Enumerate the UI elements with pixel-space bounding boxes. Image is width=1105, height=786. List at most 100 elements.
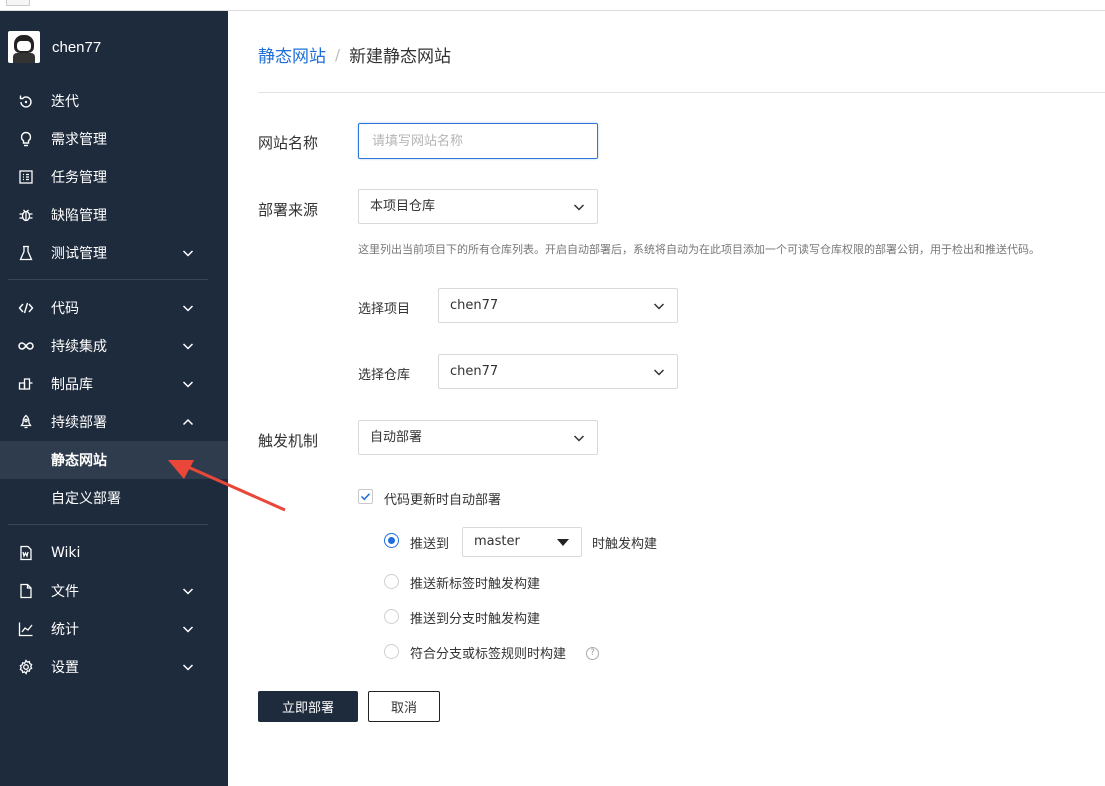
sidebar-item-label: 测试管理 bbox=[51, 246, 107, 262]
chart-icon bbox=[18, 622, 33, 637]
sidebar-item-artifacts[interactable]: 制品库 bbox=[0, 365, 228, 403]
iteration-icon bbox=[19, 95, 32, 108]
auto-deploy-checkbox[interactable] bbox=[358, 489, 373, 504]
sidebar-item-label: 静态网站 bbox=[51, 453, 107, 469]
chevron-down-icon bbox=[182, 626, 194, 633]
gear-icon bbox=[19, 659, 33, 675]
user-profile[interactable]: chen77 bbox=[8, 30, 101, 64]
lightbulb-icon bbox=[20, 131, 32, 147]
task-list-icon bbox=[19, 170, 33, 184]
sidebar-item-label: 缺陷管理 bbox=[51, 208, 107, 224]
sidebar-item-label: 迭代 bbox=[51, 94, 79, 110]
radio-push-to-branch[interactable] bbox=[384, 533, 399, 548]
radio-new-tag-label: 推送新标签时触发构建 bbox=[410, 577, 541, 592]
sidebar-item-requirements[interactable]: 需求管理 bbox=[0, 120, 228, 158]
sidebar-divider bbox=[8, 524, 208, 525]
repo-label: 选择仓库 bbox=[358, 368, 411, 383]
breadcrumb: 静态网站 / 新建静态网站 bbox=[258, 42, 452, 68]
sidebar-item-wiki[interactable]: Wiki bbox=[0, 534, 228, 572]
sidebar-item-label: 任务管理 bbox=[51, 170, 107, 186]
chevron-down-icon bbox=[182, 664, 194, 671]
sidebar-item-label: 统计 bbox=[51, 622, 79, 638]
source-hint: 这里列出当前项目下的所有仓库列表。开启自动部署后，系统将自动为在此项目添加一个可… bbox=[358, 243, 1040, 256]
flask-icon bbox=[19, 245, 33, 261]
repo-select-value: chen77 bbox=[450, 364, 499, 379]
deploy-now-button[interactable]: 立即部署 bbox=[258, 691, 358, 722]
cancel-button[interactable]: 取消 bbox=[368, 691, 440, 722]
sidebar: chen77 迭代 需求管理 任务管理 缺陷管理 测试管理 代码 持续集成 制品… bbox=[0, 11, 228, 786]
sidebar-item-label: 代码 bbox=[51, 301, 79, 317]
checkmark-icon bbox=[360, 493, 371, 501]
project-select-value: chen77 bbox=[450, 298, 499, 313]
caret-down-icon bbox=[557, 539, 569, 546]
trigger-select[interactable]: 自动部署 bbox=[358, 420, 598, 455]
tab-stub[interactable] bbox=[6, 0, 30, 6]
chevron-down-icon bbox=[182, 250, 194, 257]
site-name-label: 网站名称 bbox=[258, 134, 319, 152]
chevron-down-icon bbox=[182, 305, 194, 312]
sidebar-item-cd[interactable]: 持续部署 bbox=[0, 403, 228, 441]
artifact-icon bbox=[18, 378, 33, 390]
page-title: 新建静态网站 bbox=[349, 47, 452, 67]
site-name-input[interactable] bbox=[359, 124, 597, 158]
sidebar-item-label: 文件 bbox=[51, 584, 79, 600]
project-label: 选择项目 bbox=[358, 302, 411, 317]
sidebar-item-label: 持续部署 bbox=[51, 415, 107, 431]
site-name-field bbox=[358, 123, 598, 159]
radio-push-any-branch-label: 推送到分支时触发构建 bbox=[410, 612, 541, 627]
bug-icon bbox=[19, 209, 33, 222]
window-top-strip bbox=[0, 0, 1105, 11]
annotation-arrow-icon bbox=[168, 460, 286, 512]
chevron-down-icon bbox=[653, 303, 665, 310]
username: chen77 bbox=[52, 38, 102, 56]
sidebar-item-label: Wiki bbox=[51, 545, 81, 561]
source-select[interactable]: 本项目仓库 bbox=[358, 189, 598, 224]
sidebar-divider bbox=[8, 279, 208, 280]
sidebar-item-settings[interactable]: 设置 bbox=[0, 648, 228, 686]
sidebar-item-iteration[interactable]: 迭代 bbox=[0, 82, 228, 120]
radio-push-to-label: 推送到 bbox=[410, 537, 450, 552]
project-select[interactable]: chen77 bbox=[438, 288, 678, 323]
sidebar-item-ci[interactable]: 持续集成 bbox=[0, 327, 228, 365]
chevron-down-icon bbox=[182, 343, 194, 350]
branch-select[interactable]: master bbox=[462, 527, 582, 557]
sidebar-item-label: 制品库 bbox=[51, 377, 93, 393]
chevron-down-icon bbox=[573, 435, 585, 442]
radio-new-tag[interactable] bbox=[384, 574, 399, 589]
infinity-icon bbox=[18, 342, 34, 350]
sidebar-item-label: 自定义部署 bbox=[51, 491, 121, 507]
radio-push-any-branch[interactable] bbox=[384, 609, 399, 624]
sidebar-item-defects[interactable]: 缺陷管理 bbox=[0, 196, 228, 234]
chevron-down-icon bbox=[653, 369, 665, 376]
rocket-icon bbox=[20, 414, 32, 429]
avatar[interactable] bbox=[8, 31, 40, 63]
trigger-select-value: 自动部署 bbox=[370, 430, 423, 445]
chevron-down-icon bbox=[182, 588, 194, 595]
source-label: 部署来源 bbox=[258, 201, 319, 219]
sidebar-item-testing[interactable]: 测试管理 bbox=[0, 234, 228, 272]
code-icon bbox=[18, 302, 34, 314]
sidebar-item-tasks[interactable]: 任务管理 bbox=[0, 158, 228, 196]
wiki-icon bbox=[20, 545, 32, 561]
chevron-down-icon bbox=[573, 204, 585, 211]
help-icon[interactable]: ? bbox=[586, 647, 599, 660]
chevron-up-icon bbox=[182, 418, 194, 426]
sidebar-item-files[interactable]: 文件 bbox=[0, 572, 228, 610]
chevron-down-icon bbox=[182, 381, 194, 388]
sidebar-item-code[interactable]: 代码 bbox=[0, 289, 228, 327]
trigger-label: 触发机制 bbox=[258, 432, 319, 450]
repo-select[interactable]: chen77 bbox=[438, 354, 678, 389]
sidebar-item-label: 设置 bbox=[51, 660, 79, 676]
sidebar-item-label: 需求管理 bbox=[51, 132, 107, 148]
branch-select-value: master bbox=[474, 534, 520, 549]
file-icon bbox=[20, 583, 32, 599]
sidebar-item-label: 持续集成 bbox=[51, 339, 107, 355]
header-divider bbox=[258, 92, 1105, 93]
radio-rule-match-label: 符合分支或标签规则时构建 bbox=[410, 647, 567, 662]
source-select-value: 本项目仓库 bbox=[370, 199, 436, 214]
breadcrumb-link-static-site[interactable]: 静态网站 bbox=[258, 42, 326, 67]
sidebar-item-stats[interactable]: 统计 bbox=[0, 610, 228, 648]
auto-deploy-checkbox-label: 代码更新时自动部署 bbox=[384, 493, 502, 508]
radio-rule-match[interactable] bbox=[384, 644, 399, 659]
radio-push-to-suffix: 时触发构建 bbox=[592, 537, 658, 552]
